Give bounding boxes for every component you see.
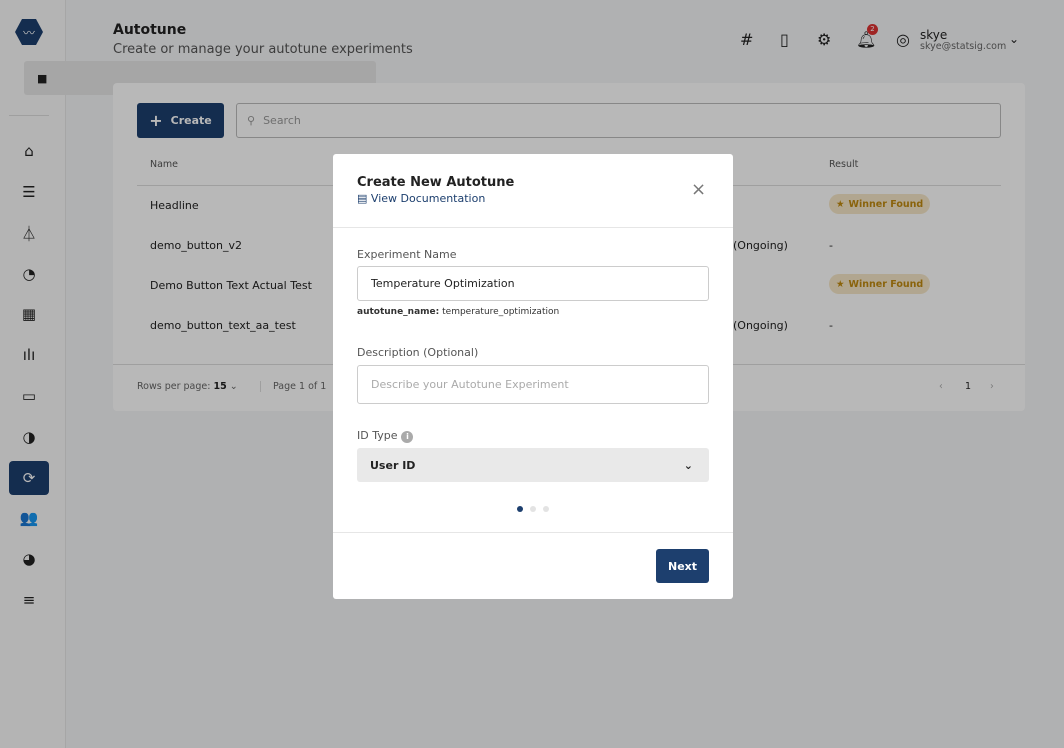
experiment-name-label: Experiment Name xyxy=(357,248,457,261)
autotune-name-hint: autotune_name: temperature_optimization xyxy=(357,307,560,317)
id-type-label: ID Type i xyxy=(357,429,414,443)
create-autotune-modal: Create New Autotune ▤ View Documentation… xyxy=(333,154,733,599)
info-icon[interactable]: i xyxy=(401,431,414,443)
chevron-down-icon: ⌄ xyxy=(683,458,693,472)
close-icon[interactable]: × xyxy=(691,180,706,200)
description-input[interactable]: Describe your Autotune Experiment xyxy=(357,365,709,404)
document-icon: ▤ xyxy=(357,192,368,205)
step-dot-active xyxy=(517,506,523,512)
id-type-select[interactable]: User ID ⌄ xyxy=(357,448,709,482)
description-label: Description (Optional) xyxy=(357,346,479,359)
step-dot xyxy=(543,506,549,512)
step-dot xyxy=(530,506,536,512)
modal-footer-divider xyxy=(333,532,733,533)
modal-header-divider xyxy=(333,227,733,228)
view-documentation-link[interactable]: ▤ View Documentation xyxy=(357,192,485,205)
modal-title: Create New Autotune xyxy=(357,175,515,190)
next-button[interactable]: Next xyxy=(656,549,709,583)
experiment-name-input[interactable]: Temperature Optimization xyxy=(357,266,709,301)
